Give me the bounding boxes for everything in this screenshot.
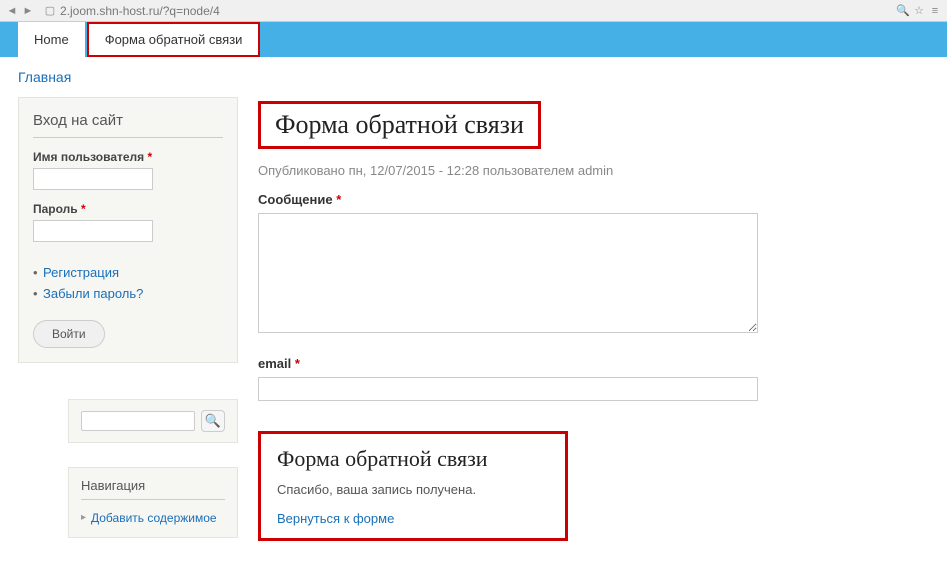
tab-feedback-form[interactable]: Форма обратной связи bbox=[87, 22, 261, 57]
page-meta: Опубликовано пн, 12/07/2015 - 12:28 поль… bbox=[258, 163, 929, 178]
password-input[interactable] bbox=[33, 220, 153, 242]
page-title: Форма обратной связи bbox=[258, 101, 541, 149]
password-label: Пароль * bbox=[33, 202, 223, 216]
result-message: Спасибо, ваша запись получена. bbox=[277, 482, 549, 497]
main-content: Форма обратной связи Опубликовано пн, 12… bbox=[258, 97, 929, 541]
navigation-title: Навигация bbox=[81, 478, 225, 500]
search-button[interactable]: 🔍 bbox=[201, 410, 225, 432]
breadcrumb: Главная bbox=[0, 57, 947, 85]
back-icon[interactable]: ◄ bbox=[6, 5, 18, 17]
browser-toolbar: ◄ ► ▢ 2.joom.shn-host.ru/?q=node/4 🔍 ☆ ≡ bbox=[0, 0, 947, 22]
register-link[interactable]: Регистрация bbox=[43, 265, 119, 280]
search-block: 🔍 bbox=[68, 399, 238, 443]
nav-add-content[interactable]: Добавить содержимое bbox=[91, 511, 217, 525]
top-navigation: Home Форма обратной связи bbox=[0, 22, 947, 57]
forgot-password-link[interactable]: Забыли пароль? bbox=[43, 286, 143, 301]
url-bar[interactable]: ▢ 2.joom.shn-host.ru/?q=node/4 bbox=[40, 4, 891, 18]
result-block: Форма обратной связи Спасибо, ваша запис… bbox=[258, 431, 568, 541]
forward-icon[interactable]: ► bbox=[22, 5, 34, 17]
breadcrumb-home[interactable]: Главная bbox=[18, 69, 71, 85]
bookmark-icon[interactable]: ☆ bbox=[913, 5, 925, 17]
username-label: Имя пользователя * bbox=[33, 150, 223, 164]
result-title: Форма обратной связи bbox=[277, 446, 549, 472]
search-engine-icon[interactable]: 🔍 bbox=[897, 5, 909, 17]
login-title: Вход на сайт bbox=[33, 112, 223, 138]
message-textarea[interactable] bbox=[258, 213, 758, 333]
login-block: Вход на сайт Имя пользователя * Пароль *… bbox=[18, 97, 238, 363]
url-text: 2.joom.shn-host.ru/?q=node/4 bbox=[60, 4, 220, 18]
search-input[interactable] bbox=[81, 411, 195, 431]
navigation-block: Навигация Добавить содержимое bbox=[68, 467, 238, 538]
page-icon: ▢ bbox=[44, 5, 56, 17]
email-input[interactable] bbox=[258, 377, 758, 401]
login-button[interactable]: Войти bbox=[33, 320, 105, 348]
tab-home[interactable]: Home bbox=[18, 22, 85, 57]
back-to-form-link[interactable]: Вернуться к форме bbox=[277, 511, 394, 526]
menu-icon[interactable]: ≡ bbox=[929, 5, 941, 17]
username-input[interactable] bbox=[33, 168, 153, 190]
sidebar: Вход на сайт Имя пользователя * Пароль *… bbox=[18, 97, 238, 541]
search-icon: 🔍 bbox=[205, 413, 221, 429]
message-label: Сообщение * bbox=[258, 192, 929, 207]
email-label: email * bbox=[258, 356, 929, 371]
